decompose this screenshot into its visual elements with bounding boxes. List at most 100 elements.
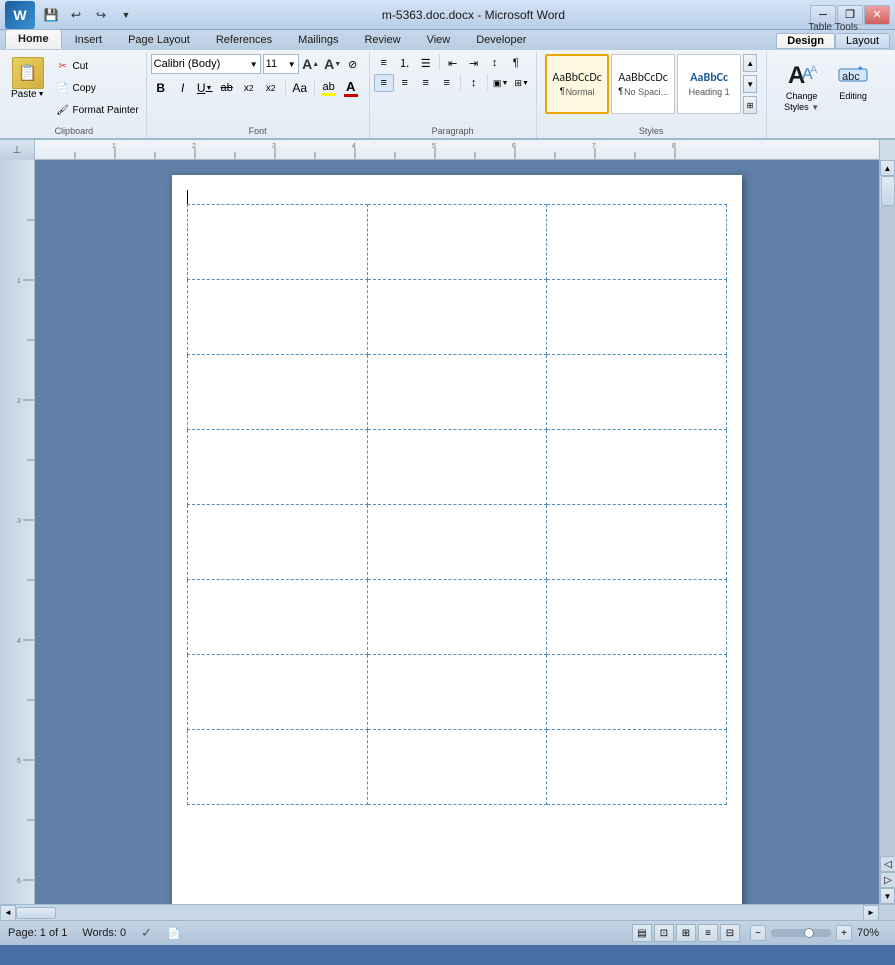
- table-cell[interactable]: [547, 730, 727, 805]
- table-cell[interactable]: [188, 730, 368, 805]
- format-painter-button[interactable]: 🖌 Format Painter: [52, 100, 142, 120]
- document-container[interactable]: [35, 160, 879, 904]
- table-cell[interactable]: [188, 655, 368, 730]
- bullets-button[interactable]: ≡: [374, 54, 394, 72]
- qat-save-button[interactable]: 💾: [40, 5, 62, 25]
- table-cell[interactable]: [367, 280, 547, 355]
- ruler-corner[interactable]: ⊥: [0, 140, 35, 160]
- numbering-button[interactable]: ⒈: [395, 54, 415, 72]
- web-layout-button[interactable]: ⊞: [676, 924, 696, 942]
- qat-undo-button[interactable]: ↩: [65, 5, 87, 25]
- shading-button[interactable]: ▣ ▼: [491, 74, 511, 92]
- table-cell[interactable]: [367, 430, 547, 505]
- style-normal-button[interactable]: AaBbCcDc ¶ Normal: [545, 54, 609, 114]
- tab-mailings[interactable]: Mailings: [285, 29, 351, 49]
- tab-design[interactable]: Design: [776, 33, 835, 49]
- table-cell[interactable]: [367, 580, 547, 655]
- font-color-button[interactable]: A: [341, 78, 361, 98]
- table-cell[interactable]: [188, 355, 368, 430]
- tab-references[interactable]: References: [203, 29, 285, 49]
- table-cell[interactable]: [547, 355, 727, 430]
- highlight-button[interactable]: ab: [319, 78, 339, 98]
- table-cell[interactable]: [547, 205, 727, 280]
- show-formatting-button[interactable]: ¶: [506, 54, 526, 72]
- horizontal-scrollbar[interactable]: ◄ ►: [0, 904, 895, 920]
- scroll-up-button[interactable]: ▲: [880, 160, 895, 176]
- print-layout-button[interactable]: ▤: [632, 924, 652, 942]
- clear-format-button[interactable]: ⊘: [345, 54, 365, 74]
- qat-more-button[interactable]: ▼: [115, 5, 137, 25]
- bold-button[interactable]: B: [151, 78, 171, 98]
- styles-scroll-up-button[interactable]: ▲: [743, 54, 757, 72]
- table-cell[interactable]: [547, 280, 727, 355]
- strikethrough-button[interactable]: ab: [217, 78, 237, 98]
- style-nospacing-button[interactable]: AaBbCcDc ¶ No Spaci...: [611, 54, 675, 114]
- align-center-button[interactable]: ≡: [395, 74, 415, 92]
- horiz-scroll-left-button[interactable]: ◄: [0, 905, 16, 921]
- tab-review[interactable]: Review: [351, 29, 413, 49]
- scroll-page-down-button[interactable]: ▷: [880, 872, 895, 888]
- decrease-indent-button[interactable]: ⇤: [443, 54, 463, 72]
- borders-button[interactable]: ⊞ ▼: [512, 74, 532, 92]
- superscript-button[interactable]: x2: [261, 78, 281, 98]
- document-page[interactable]: [172, 175, 742, 904]
- grow-font-button[interactable]: A▲: [301, 54, 321, 74]
- tab-home[interactable]: Home: [5, 29, 62, 49]
- spell-check-icon[interactable]: ✓: [141, 925, 152, 941]
- scroll-page-up-button[interactable]: ◁: [880, 856, 895, 872]
- editing-button[interactable]: abc ✦ Editing: [830, 54, 876, 107]
- change-case-button[interactable]: Aa: [290, 78, 310, 98]
- full-screen-button[interactable]: ⊡: [654, 924, 674, 942]
- horiz-scroll-right-button[interactable]: ►: [863, 905, 879, 921]
- cut-button[interactable]: ✂ Cut: [52, 56, 142, 76]
- tab-page-layout[interactable]: Page Layout: [115, 29, 203, 49]
- zoom-level[interactable]: 70%: [857, 927, 887, 939]
- align-right-button[interactable]: ≡: [416, 74, 436, 92]
- line-spacing-button[interactable]: ↕: [464, 74, 484, 92]
- font-family-selector[interactable]: Calibri (Body) ▼: [151, 54, 261, 74]
- tab-insert[interactable]: Insert: [62, 29, 116, 49]
- align-left-button[interactable]: ≡: [374, 74, 394, 92]
- shrink-font-button[interactable]: A▼: [323, 54, 343, 74]
- zoom-out-button[interactable]: −: [750, 925, 766, 941]
- table-cell[interactable]: [547, 430, 727, 505]
- justify-button[interactable]: ≡: [437, 74, 457, 92]
- table-cell[interactable]: [547, 505, 727, 580]
- sort-button[interactable]: ↕: [485, 54, 505, 72]
- table-cell[interactable]: [188, 580, 368, 655]
- zoom-in-button[interactable]: +: [836, 925, 852, 941]
- style-heading1-button[interactable]: AaBbCc Heading 1: [677, 54, 741, 114]
- table-cell[interactable]: [367, 655, 547, 730]
- document-table[interactable]: [187, 204, 727, 805]
- table-cell[interactable]: [188, 430, 368, 505]
- styles-scroll-down-button[interactable]: ▼: [743, 75, 757, 93]
- copy-button[interactable]: 📄 Copy: [52, 78, 142, 98]
- table-cell[interactable]: [367, 205, 547, 280]
- table-cell[interactable]: [367, 505, 547, 580]
- change-styles-button[interactable]: A A A Change Styles ▼: [777, 54, 826, 118]
- tab-layout[interactable]: Layout: [835, 33, 890, 49]
- increase-indent-button[interactable]: ⇥: [464, 54, 484, 72]
- table-cell[interactable]: [188, 280, 368, 355]
- horiz-scroll-thumb[interactable]: [16, 907, 56, 919]
- vertical-scrollbar[interactable]: ▲ ◁ ▷ ▼: [879, 160, 895, 904]
- underline-button[interactable]: U ▼: [195, 78, 215, 98]
- tab-developer[interactable]: Developer: [463, 29, 539, 49]
- font-size-selector[interactable]: 11 ▼: [263, 54, 299, 74]
- table-cell[interactable]: [188, 505, 368, 580]
- draft-button[interactable]: ⊟: [720, 924, 740, 942]
- italic-button[interactable]: I: [173, 78, 193, 98]
- scroll-down-button[interactable]: ▼: [880, 888, 895, 904]
- tab-view[interactable]: View: [414, 29, 464, 49]
- paste-button[interactable]: 📋 Paste ▼: [6, 54, 50, 103]
- outline-button[interactable]: ≡: [698, 924, 718, 942]
- table-cell[interactable]: [547, 655, 727, 730]
- scroll-thumb[interactable]: [881, 176, 895, 206]
- zoom-slider[interactable]: [771, 929, 831, 937]
- table-cell[interactable]: [547, 580, 727, 655]
- multilevel-button[interactable]: ☰: [416, 54, 436, 72]
- table-cell[interactable]: [367, 730, 547, 805]
- styles-more-button[interactable]: ⊞: [743, 96, 757, 114]
- subscript-button[interactable]: x2: [239, 78, 259, 98]
- table-cell[interactable]: [367, 355, 547, 430]
